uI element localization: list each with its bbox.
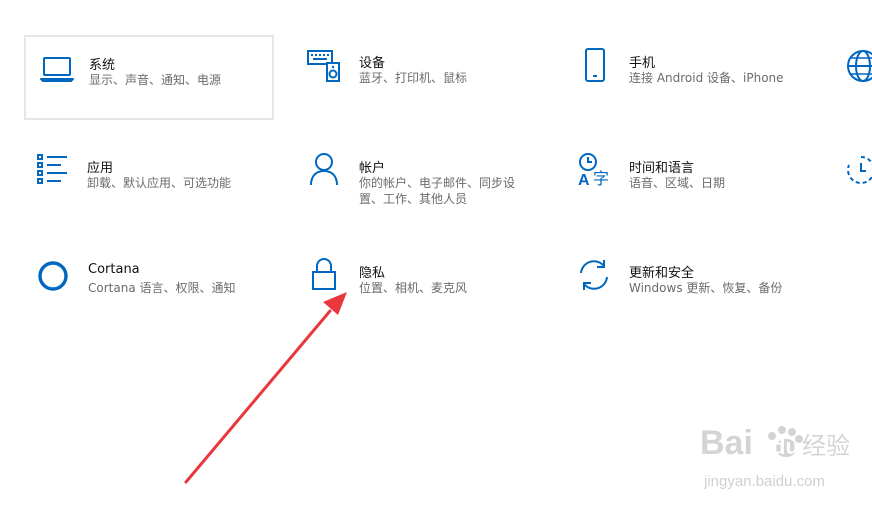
tile-description: 显示、声音、通知、电源 (89, 73, 222, 87)
time-language-icon: A字 (578, 153, 614, 187)
svg-text:字: 字 (593, 169, 609, 187)
cortana-ring-icon (37, 260, 69, 292)
lock-icon (311, 257, 337, 291)
tile-system[interactable]: 系统 显示、声音、通知、电源 (24, 35, 274, 120)
phone-icon (584, 48, 606, 82)
tile-update-security[interactable]: 更新和安全 Windows 更新、恢复、备份 (572, 250, 812, 330)
tile-apps[interactable]: 应用 卸载、默认应用、可选功能 (24, 145, 274, 225)
tile-title: 应用 (87, 161, 114, 176)
watermark-url: jingyan.baidu.com (703, 473, 825, 490)
tile-privacy[interactable]: 隐私 位置、相机、麦克风 (298, 250, 538, 330)
keyboard-speaker-icon (307, 50, 341, 82)
watermark-brand: Bai (700, 424, 753, 462)
person-icon (309, 152, 339, 186)
tile-title: 帐户 (359, 161, 386, 176)
tile-description: 置、工作、其他人员 (359, 192, 468, 206)
tile-description: 蓝牙、打印机、鼠标 (359, 71, 468, 85)
watermark-cn: 经验 (802, 432, 850, 460)
tile-time-language[interactable]: A字 时间和语言 语音、区域、日期 (572, 145, 812, 225)
tile-accounts[interactable]: 帐户 你的帐户、电子邮件、同步设 置、工作、其他人员 (298, 145, 538, 225)
laptop-icon (40, 54, 74, 84)
clock-refresh-icon[interactable] (846, 155, 872, 185)
tile-title: 时间和语言 (629, 161, 695, 176)
sync-icon (577, 258, 611, 292)
apps-list-icon (37, 154, 69, 184)
tile-description: 位置、相机、麦克风 (359, 281, 468, 295)
tile-description: Windows 更新、恢复、备份 (629, 281, 783, 295)
tile-title: Cortana (88, 262, 140, 277)
tile-description: 连接 Android 设备、iPhone (629, 71, 784, 85)
tile-title: 更新和安全 (629, 266, 695, 281)
tile-description: Cortana 语言、权限、通知 (88, 281, 236, 295)
tile-description: 卸载、默认应用、可选功能 (87, 176, 232, 190)
watermark-logo: Bai du 经验 jingyan.baidu.com (700, 408, 850, 494)
tile-devices[interactable]: 设备 蓝牙、打印机、鼠标 (298, 40, 538, 120)
globe-icon[interactable] (846, 49, 872, 83)
tile-title: 设备 (359, 56, 386, 71)
tile-title: 隐私 (359, 266, 386, 281)
tile-cortana[interactable]: Cortana Cortana 语言、权限、通知 (24, 250, 274, 330)
tile-title: 系统 (89, 58, 116, 73)
watermark-brand2: du (772, 434, 799, 459)
tile-title: 手机 (629, 56, 656, 71)
tile-description: 语音、区域、日期 (629, 176, 726, 190)
svg-text:A: A (578, 172, 590, 187)
tile-description: 你的帐户、电子邮件、同步设 (359, 176, 516, 190)
tile-phone[interactable]: 手机 连接 Android 设备、iPhone (572, 40, 812, 120)
